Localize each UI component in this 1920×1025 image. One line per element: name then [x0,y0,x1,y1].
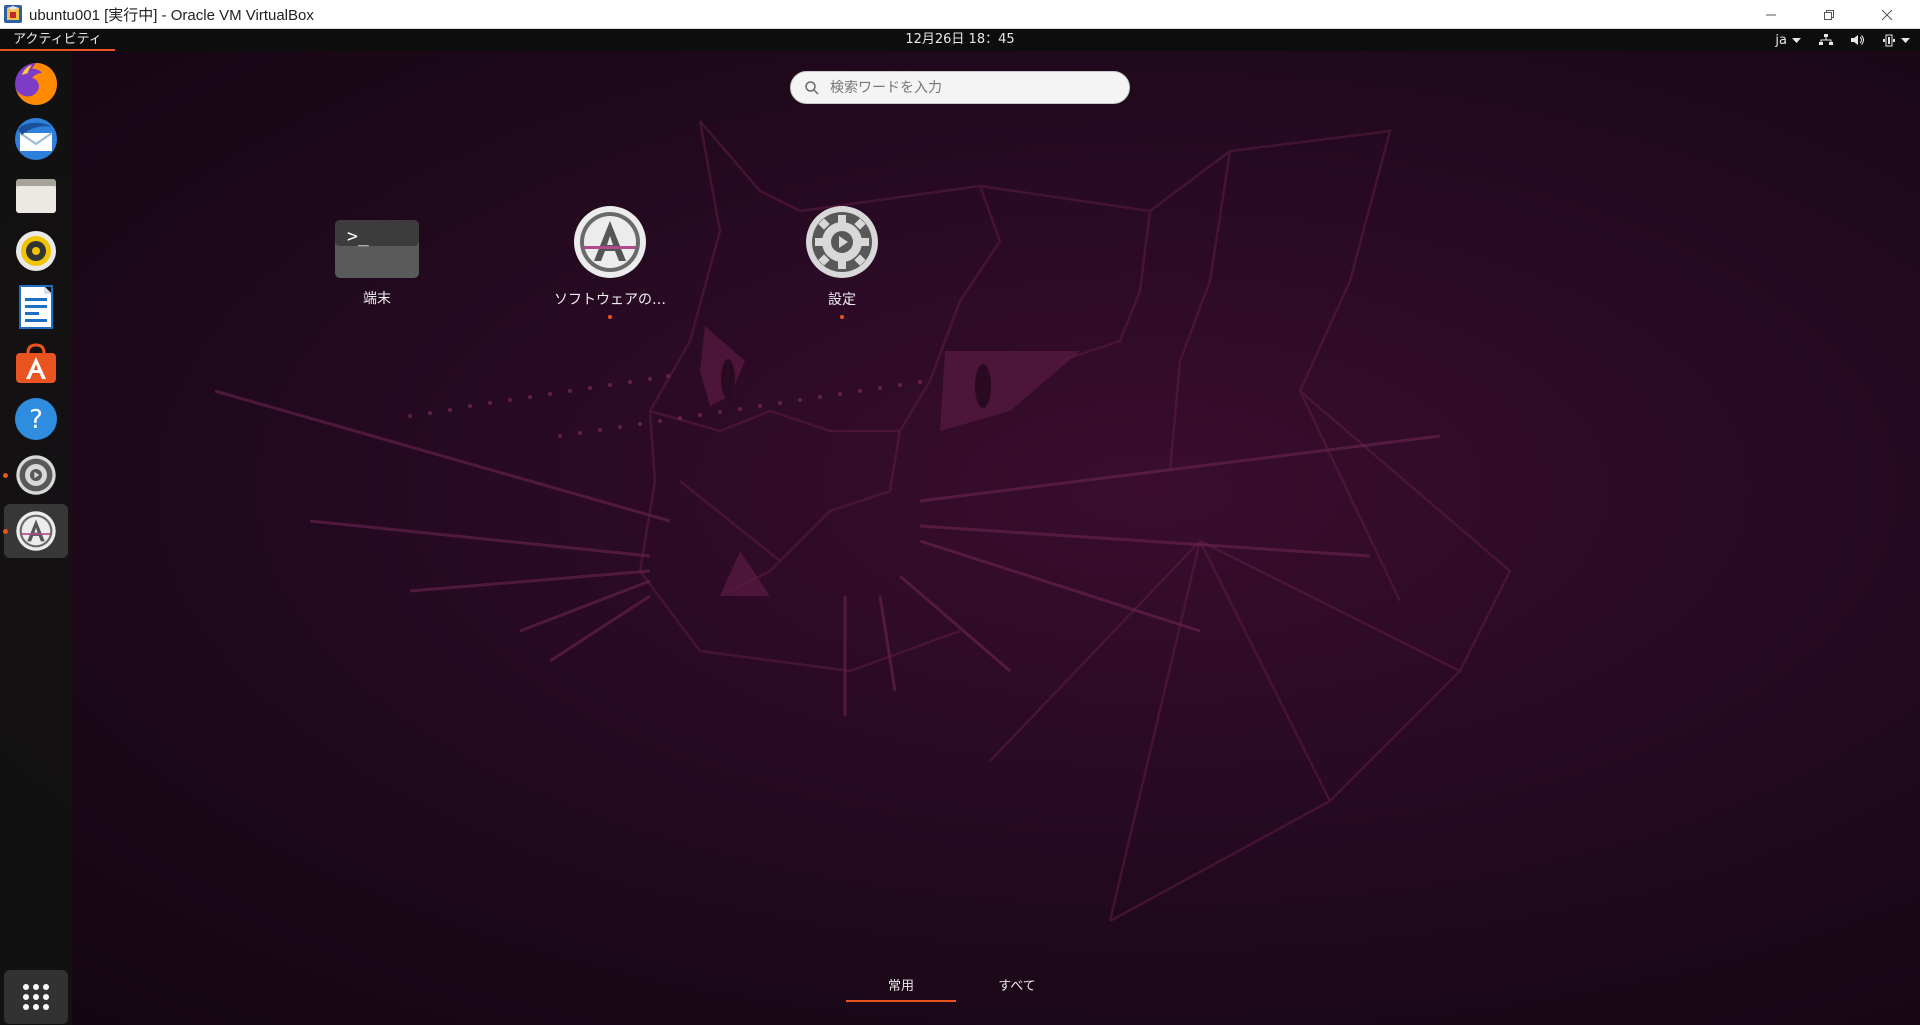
restore-button[interactable] [1800,0,1858,29]
software-updater-icon [574,206,646,278]
volume-icon[interactable] [1851,34,1865,46]
search-input[interactable] [830,73,1120,102]
settings-icon [16,455,56,495]
thunderbird-icon [15,118,57,160]
tab-all[interactable]: すべて [962,975,1072,1002]
dock-item-ubuntu-software[interactable] [4,336,68,390]
system-tray[interactable]: ja [1775,29,1910,51]
app-label: 端末 [363,291,391,307]
activities-button[interactable]: アクティビティ [0,29,115,51]
app-tile-software-updater[interactable]: ソフトウェアの… [535,205,685,320]
battery-icon [1883,34,1895,46]
rhythmbox-icon [16,231,56,271]
window-title: ubuntu001 [実行中] - Oracle VM VirtualBox [29,6,314,24]
dock: ? [0,51,72,1025]
minimize-icon [1766,14,1776,15]
activities-overview [0,51,1920,1025]
app-tile-settings[interactable]: 設定 [767,205,917,320]
app-label: ソフトウェアの… [554,292,666,308]
system-menu[interactable] [1883,34,1910,47]
dock-item-settings[interactable] [4,448,68,502]
running-indicator [3,473,8,478]
virtualbox-icon [3,4,23,24]
dock-item-help[interactable]: ? [4,392,68,446]
dock-item-thunderbird[interactable] [4,112,68,166]
app-grid-icon [23,984,49,1010]
show-applications-button[interactable] [4,970,68,1024]
minimize-button[interactable] [1742,0,1800,29]
close-button[interactable] [1858,0,1916,29]
dock-item-software-updater[interactable] [4,504,68,558]
network-icon[interactable] [1819,34,1833,46]
running-indicator [608,315,612,319]
writer-icon [19,285,53,329]
ubuntu-software-icon [16,343,56,383]
gnome-top-bar: アクティビティ 12月26日 18：45 ja [0,29,1920,51]
input-method-label: ja [1775,32,1787,48]
firefox-icon [15,63,57,105]
wallpaper-cat-art [214,120,1512,923]
dock-item-files[interactable] [4,168,68,222]
dock-item-writer[interactable] [4,280,68,334]
tab-frequent[interactable]: 常用 [846,975,956,1002]
restore-icon [1824,9,1834,20]
app-tile-terminal[interactable]: >_ 端末 [302,205,452,320]
dock-item-firefox[interactable] [4,56,68,110]
app-label: 設定 [828,292,856,308]
input-method-indicator[interactable]: ja [1775,33,1801,48]
system-menu-arrow-icon [1901,37,1910,43]
help-icon: ? [15,398,57,440]
running-indicator [3,529,8,534]
settings-icon [806,206,878,278]
chevron-down-icon [1792,37,1801,43]
search-box[interactable] [790,71,1130,104]
search-icon [805,80,819,95]
dock-item-rhythmbox[interactable] [4,224,68,278]
clock[interactable]: 12月26日 18：45 [905,32,1014,47]
vbox-title-bar[interactable]: ubuntu001 [実行中] - Oracle VM VirtualBox [0,0,1920,29]
svg-text:?: ? [29,405,43,435]
running-indicator [840,315,844,319]
view-switcher: 常用 すべて [846,975,1072,1002]
terminal-icon: >_ [335,220,419,278]
files-icon [16,179,56,213]
close-icon [1881,9,1893,20]
svg-text:>_: >_ [347,226,369,247]
software-updater-icon [16,511,56,551]
